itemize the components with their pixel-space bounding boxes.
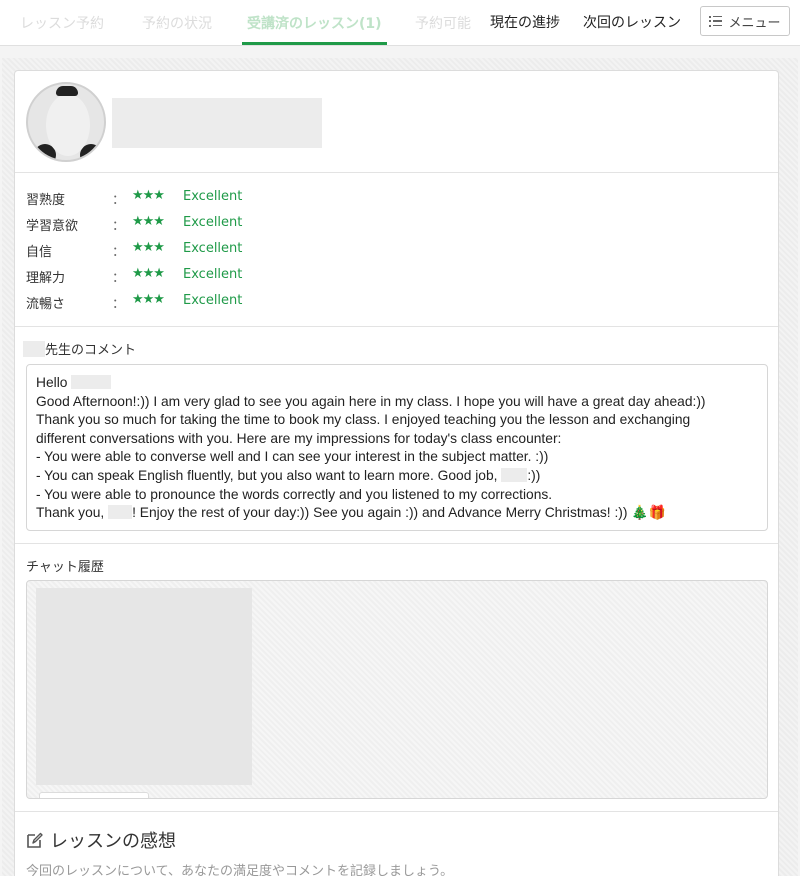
- comment-section-heading: 先生のコメント: [23, 339, 136, 358]
- comment-line: - You were able to converse well and I c…: [36, 449, 549, 465]
- star-icon: ★★★: [132, 266, 165, 281]
- rating-value: Excellent: [183, 189, 243, 204]
- rating-colon: ：: [112, 297, 126, 312]
- next-lesson-link[interactable]: 次回のレッスン: [583, 12, 681, 32]
- rating-label: 理解力: [26, 271, 66, 286]
- tab-available[interactable]: 予約可能: [415, 0, 475, 46]
- comment-section-label: 先生のコメント: [45, 343, 137, 358]
- top-navigation: レッスン予約 予約の状況 受講済のレッスン(1) 予約可能 現在の進捗 次回のレ…: [0, 0, 800, 46]
- tab-completed-lessons[interactable]: 受講済のレッスン(1): [247, 0, 387, 46]
- menu-button-label: メニュー: [728, 15, 781, 31]
- impressions-description: 今回のレッスンについて、あなたの満足度やコメントを記録しましょう。: [26, 864, 454, 876]
- teacher-comment: Hello Good Afternoon!:)) I am very glad …: [26, 364, 768, 531]
- rating-value: Excellent: [183, 215, 243, 230]
- rating-colon: ：: [112, 245, 126, 260]
- rating-colon: ：: [112, 193, 126, 208]
- tab-booking-status[interactable]: 予約の状況: [142, 0, 216, 46]
- divider: [15, 172, 778, 173]
- star-icon: ★★★: [132, 292, 165, 307]
- teacher-name-redacted: [23, 341, 45, 357]
- divider: [15, 811, 778, 812]
- student-name-redacted: [108, 505, 133, 520]
- comment-line: - You can speak English fluently, but yo…: [36, 467, 541, 483]
- comment-line: - You were able to pronounce the words c…: [36, 486, 553, 502]
- comment-line: different conversations with you. Here a…: [36, 430, 562, 446]
- rating-label: 自信: [26, 245, 53, 260]
- comment-line: Thank you so much for taking the time to…: [36, 412, 691, 428]
- list-icon: [709, 15, 723, 27]
- comment-line: Thank you, ! Enjoy the rest of your day:…: [36, 505, 666, 521]
- star-icon: ★★★: [132, 188, 165, 203]
- teacher-name-redacted: [112, 98, 322, 148]
- student-name-redacted: [71, 375, 112, 389]
- rating-value: Excellent: [183, 241, 243, 256]
- teacher-avatar: [26, 82, 106, 162]
- rating-label: 流暢さ: [26, 297, 66, 312]
- chat-attachment[interactable]: [39, 792, 149, 798]
- impressions-heading: レッスンの感想: [26, 827, 176, 853]
- divider: [15, 543, 778, 544]
- chat-history-panel[interactable]: [26, 580, 768, 799]
- star-icon: ★★★: [132, 214, 165, 229]
- rating-label: 習熟度: [26, 193, 66, 208]
- chat-history-label: チャット履歴: [26, 560, 104, 575]
- comment-line: Hello: [36, 374, 758, 393]
- content-area: 習熟度 ： ★★★ Excellent 学習意欲 ： ★★★ Excellent…: [2, 58, 798, 876]
- rating-colon: ：: [112, 219, 126, 234]
- rating-label: 学習意欲: [26, 219, 79, 234]
- rating-colon: ：: [112, 271, 126, 286]
- rating-value: Excellent: [183, 293, 243, 308]
- lesson-report-card: 習熟度 ： ★★★ Excellent 学習意欲 ： ★★★ Excellent…: [14, 70, 779, 876]
- progress-link[interactable]: 現在の進捗: [490, 12, 560, 32]
- edit-icon: [27, 832, 43, 848]
- impressions-title: レッスンの感想: [50, 831, 176, 852]
- divider: [15, 326, 778, 327]
- active-tab-indicator: [242, 42, 387, 45]
- star-icon: ★★★: [132, 240, 165, 255]
- tab-lesson-booking[interactable]: レッスン予約: [20, 0, 116, 46]
- chat-image-redacted: [36, 588, 252, 785]
- comment-line: Good Afternoon!:)) I am very glad to see…: [36, 393, 706, 409]
- menu-button[interactable]: メニュー: [700, 6, 790, 36]
- rating-value: Excellent: [183, 267, 243, 282]
- student-name-redacted: [501, 467, 528, 482]
